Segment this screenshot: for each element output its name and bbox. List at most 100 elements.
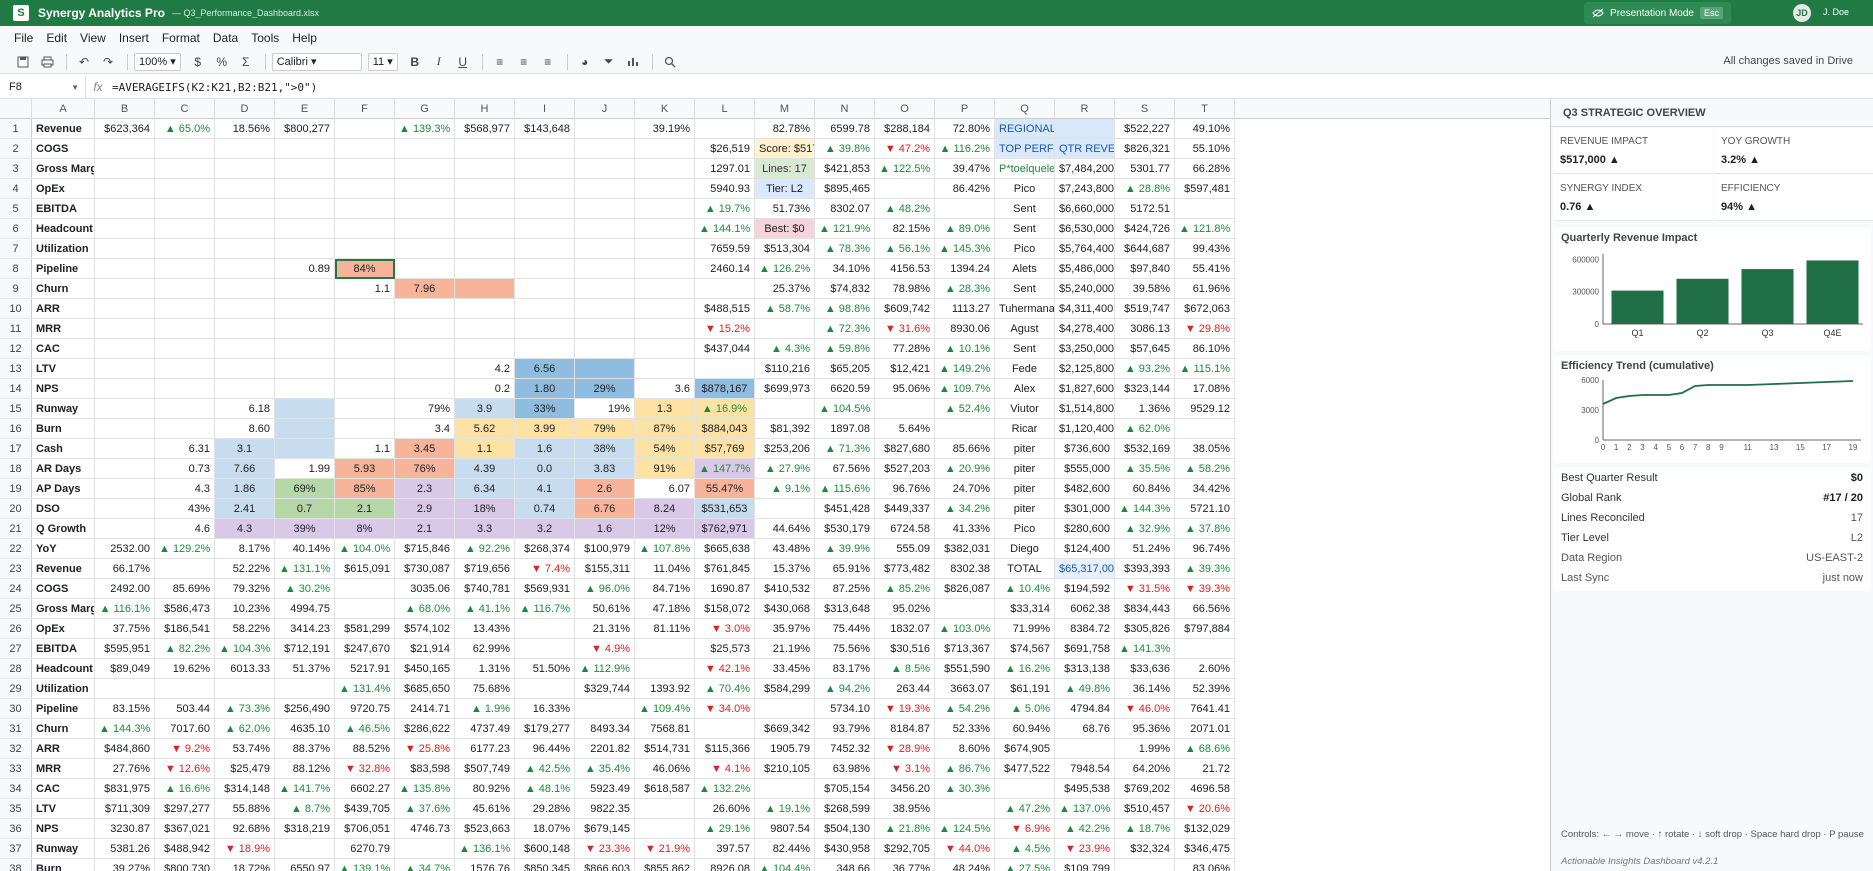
cell[interactable]: ▲ 132.2% [695, 779, 755, 799]
row-header[interactable]: 35 [0, 799, 32, 819]
cell[interactable] [455, 199, 515, 219]
row-header[interactable]: 37 [0, 839, 32, 859]
cell[interactable] [575, 199, 635, 219]
cell[interactable]: $531,653 [695, 499, 755, 519]
cell[interactable]: ▲ 139.1% [335, 859, 395, 871]
cell[interactable]: 6270.79 [335, 839, 395, 859]
cell[interactable]: 1393.92 [635, 679, 695, 699]
user-name[interactable]: J. Doe [1823, 7, 1849, 17]
cell[interactable]: ▼ 15.2% [695, 319, 755, 339]
cell[interactable]: 5.64% [875, 419, 935, 439]
cell[interactable]: 88.37% [275, 739, 335, 759]
cell[interactable] [515, 219, 575, 239]
cell[interactable]: ▲ 30.2% [275, 579, 335, 599]
cell[interactable]: ▼ 39.3% [1175, 579, 1235, 599]
cell[interactable]: 3.9 [455, 399, 515, 419]
cell[interactable]: ▼ 12.6% [155, 759, 215, 779]
cell[interactable]: $33,314 [995, 599, 1055, 619]
cell[interactable] [575, 279, 635, 299]
row-header[interactable]: 23 [0, 559, 32, 579]
zoom-select[interactable]: 100% ▾ [134, 52, 181, 71]
cell[interactable]: 39.19% [635, 119, 695, 139]
cell[interactable]: $797,884 [1175, 619, 1235, 639]
cell[interactable] [515, 639, 575, 659]
cell[interactable]: 1.6 [575, 519, 635, 539]
cell[interactable]: 75.44% [815, 619, 875, 639]
cell[interactable]: $706,051 [335, 819, 395, 839]
cell[interactable]: ▲ 34.2% [935, 499, 995, 519]
cell[interactable]: 18.56% [215, 119, 275, 139]
cell[interactable]: 34.42% [1175, 479, 1235, 499]
column-header-k[interactable]: K [635, 99, 695, 119]
cell[interactable] [215, 199, 275, 219]
cell[interactable]: ▲ 116.1% [95, 599, 155, 619]
cell[interactable] [455, 239, 515, 259]
cell[interactable]: $740,781 [455, 579, 515, 599]
cell[interactable]: 4.2 [455, 359, 515, 379]
cell[interactable]: ▲ 49.8% [1055, 679, 1115, 699]
cell[interactable]: $699,973 [755, 379, 815, 399]
cell[interactable] [155, 559, 215, 579]
cell[interactable]: 51.37% [275, 659, 335, 679]
row-label[interactable]: Runway [32, 399, 95, 419]
cell[interactable]: ▲ 94.2% [815, 679, 875, 699]
cell[interactable] [95, 439, 155, 459]
cell[interactable]: 77.28% [875, 339, 935, 359]
cell[interactable]: 8.60 [215, 419, 275, 439]
cell[interactable]: $834,443 [1115, 599, 1175, 619]
cell[interactable]: $800,730 [155, 859, 215, 871]
cell[interactable]: 6.18 [215, 399, 275, 419]
cell[interactable]: 82.78% [755, 119, 815, 139]
cell[interactable] [755, 699, 815, 719]
cell[interactable]: ▲ 30.3% [935, 779, 995, 799]
cell[interactable]: 5381.26 [95, 839, 155, 859]
cell[interactable]: $100,979 [575, 539, 635, 559]
cell[interactable]: 6013.33 [215, 659, 275, 679]
cell[interactable]: $884,043 [695, 419, 755, 439]
cell[interactable] [275, 219, 335, 239]
cell[interactable] [155, 179, 215, 199]
cell[interactable] [155, 219, 215, 239]
row-label[interactable]: Headcount [32, 659, 95, 679]
row-header[interactable]: 9 [0, 279, 32, 299]
cell[interactable]: 2492.00 [95, 579, 155, 599]
column-header-j[interactable]: J [575, 99, 635, 119]
row-label[interactable]: NPS [32, 379, 95, 399]
cell[interactable]: 2414.71 [395, 699, 455, 719]
cell[interactable] [395, 159, 455, 179]
row-label[interactable]: OpEx [32, 179, 95, 199]
cell[interactable]: 4156.53 [875, 259, 935, 279]
cell[interactable]: $510,457 [1115, 799, 1175, 819]
cell[interactable] [215, 319, 275, 339]
cell[interactable]: $280,600 [1055, 519, 1115, 539]
cell[interactable] [1175, 639, 1235, 659]
cell[interactable] [95, 199, 155, 219]
cell[interactable] [395, 239, 455, 259]
cell[interactable]: Alets [995, 259, 1055, 279]
cell[interactable] [935, 599, 995, 619]
cell[interactable]: 0.0 [515, 459, 575, 479]
cell[interactable]: 2.1 [395, 519, 455, 539]
cell[interactable] [515, 279, 575, 299]
cell[interactable] [1115, 859, 1175, 871]
cell[interactable] [335, 159, 395, 179]
cell[interactable] [635, 259, 695, 279]
cell[interactable]: ▼ 6.9% [995, 819, 1055, 839]
cell[interactable]: 1.1 [335, 439, 395, 459]
row-header[interactable]: 36 [0, 819, 32, 839]
cell[interactable]: 50.61% [575, 599, 635, 619]
cell[interactable]: 1.6 [515, 439, 575, 459]
cell[interactable]: $762,971 [695, 519, 755, 539]
cell[interactable] [275, 339, 335, 359]
row-label[interactable]: Churn [32, 279, 95, 299]
cell[interactable]: ▼ 3.0% [695, 619, 755, 639]
cell[interactable] [575, 159, 635, 179]
cell[interactable]: ▲ 139.3% [395, 119, 455, 139]
row-header[interactable]: 38 [0, 859, 32, 871]
cell[interactable] [275, 239, 335, 259]
cell[interactable]: $5,486,000 [1055, 259, 1115, 279]
column-header-f[interactable]: F [335, 99, 395, 119]
cell[interactable]: 5217.91 [335, 659, 395, 679]
cell[interactable]: 87.25% [815, 579, 875, 599]
cell[interactable] [695, 719, 755, 739]
